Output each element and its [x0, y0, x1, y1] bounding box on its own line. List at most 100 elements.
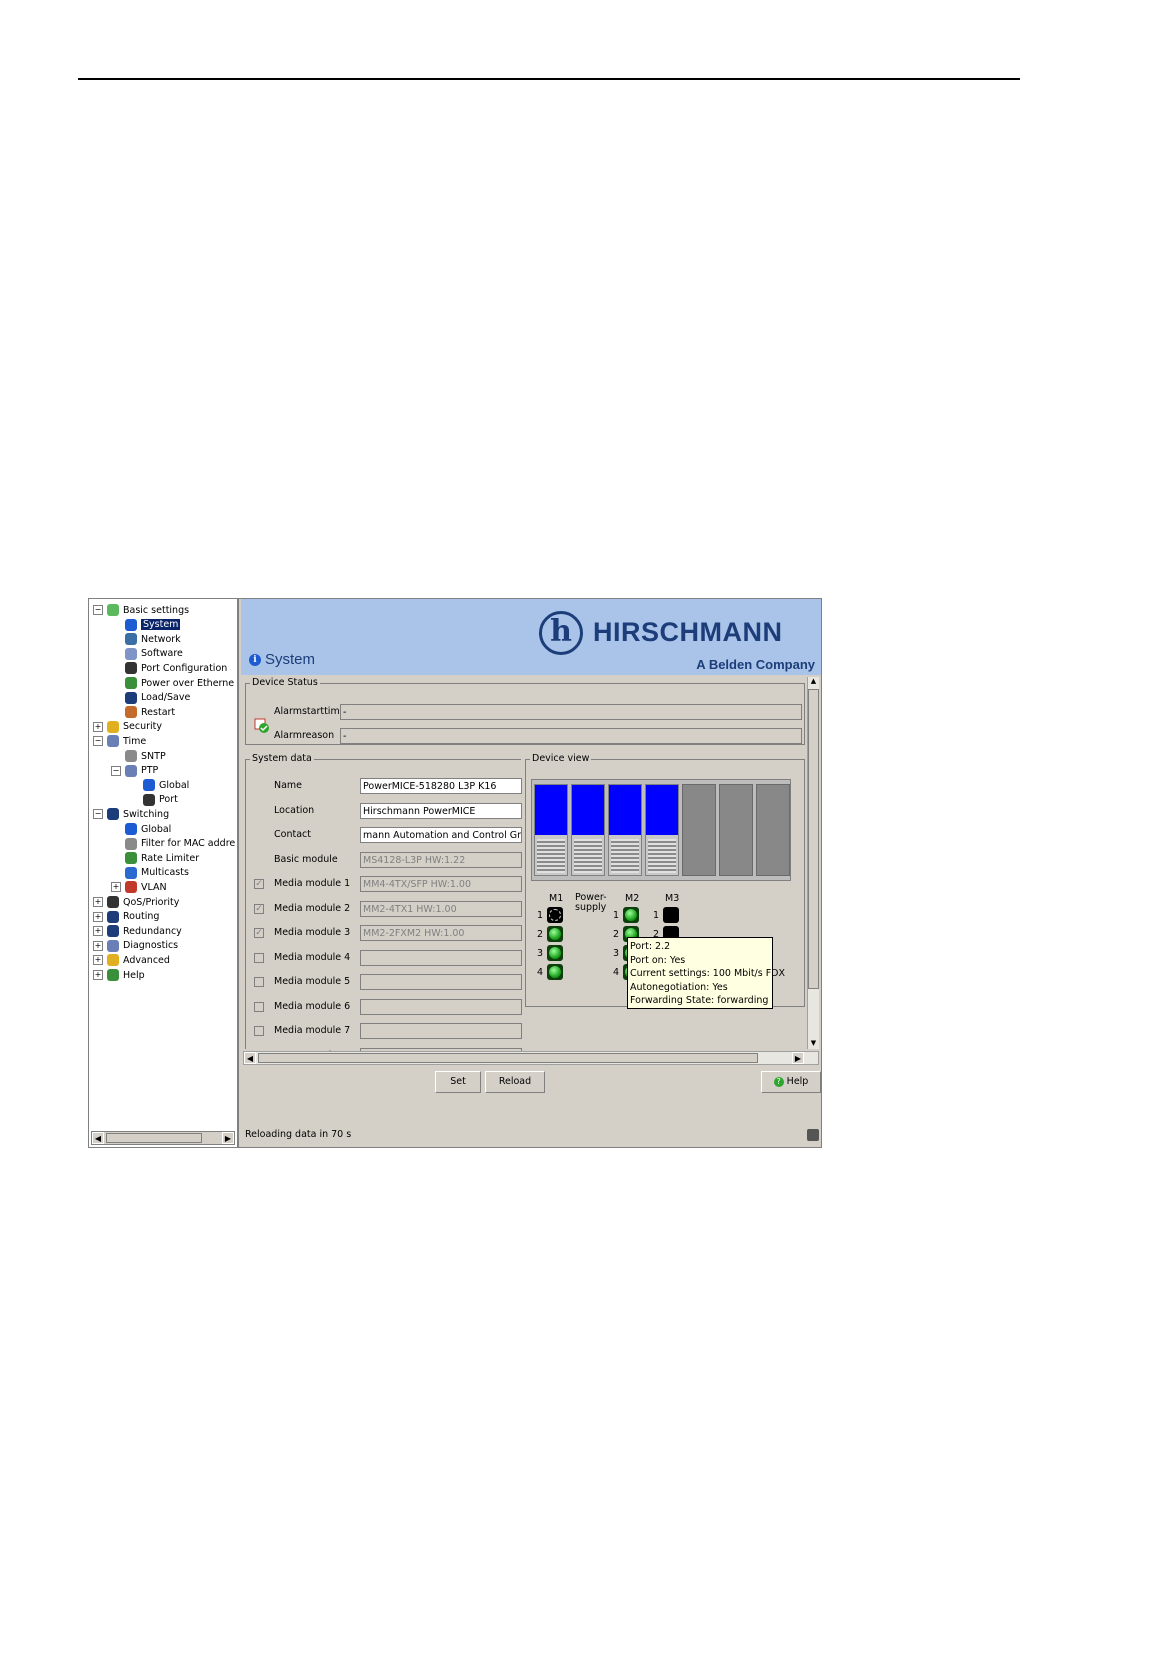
tree-item-filter-for-mac-addre[interactable]: Filter for MAC addre — [111, 837, 235, 851]
hirschmann-logo-icon: h — [539, 611, 583, 655]
tree-item-restart[interactable]: Restart — [111, 705, 175, 719]
routing-icon — [107, 910, 119, 923]
tree-item-basic-settings[interactable]: − Basic settings — [93, 603, 189, 617]
port-m1-1[interactable] — [547, 907, 563, 923]
expand-icon[interactable]: + — [93, 970, 103, 980]
port-m3-1[interactable] — [663, 907, 679, 923]
tree-scroll-thumb[interactable] — [106, 1133, 202, 1143]
scroll-left-icon[interactable]: ◀ — [92, 1132, 104, 1144]
help-button-label: Help — [786, 1076, 809, 1087]
expand-icon[interactable]: + — [93, 940, 103, 951]
system-data-label: System data — [250, 753, 314, 764]
collapse-icon[interactable]: − — [93, 605, 103, 615]
hscroll-right-icon[interactable]: ▶ — [792, 1052, 804, 1064]
empty-module-slot[interactable] — [719, 784, 753, 876]
media-module-4-field — [360, 949, 522, 966]
field-label: Media module 3 — [274, 927, 351, 938]
tree-item-diagnostics[interactable]: + Diagnostics — [93, 939, 178, 953]
expand-icon[interactable]: + — [93, 955, 103, 966]
tree-item-sntp[interactable]: SNTP — [111, 749, 166, 763]
main-hscroll-thumb[interactable] — [258, 1053, 758, 1063]
collapse-icon[interactable]: − — [111, 765, 121, 776]
collapse-icon[interactable]: − — [93, 736, 103, 747]
tree-item-routing[interactable]: + Routing — [93, 910, 159, 924]
port-m1-4[interactable] — [547, 964, 563, 980]
tree-item-network[interactable]: Network — [111, 632, 181, 646]
port-number: 3 — [537, 948, 544, 959]
field-label: Media module 2 — [274, 902, 351, 914]
tree-item-rate-limiter[interactable]: Rate Limiter — [111, 851, 199, 865]
tree-item-security[interactable]: + Security — [93, 720, 162, 734]
media-module-5-field — [360, 974, 522, 990]
expand-icon[interactable]: + — [93, 897, 103, 907]
reload-button[interactable]: Reload — [485, 1071, 545, 1093]
software-icon — [125, 647, 137, 660]
screenshot-window: ◀ ▶ − Basic settings System Network Software… — [88, 598, 822, 1148]
scroll-right-icon[interactable]: ▶ — [222, 1132, 234, 1144]
tree-item-redundancy[interactable]: + Redundancy — [93, 924, 182, 938]
tree-item-label: Port Configuration — [141, 662, 228, 674]
contact-field[interactable]: mann Automation and Control GmbH — [360, 827, 522, 843]
device-view-label: Device view — [530, 753, 592, 764]
advanced-star-icon — [107, 954, 119, 967]
tree-item-power-over-etherne[interactable]: Power over Etherne — [111, 676, 234, 690]
alarm-ok-icon — [254, 718, 269, 733]
device-image[interactable] — [531, 779, 791, 881]
port-number: 3 — [613, 948, 620, 959]
port-icon — [125, 662, 137, 675]
empty-module-slot[interactable] — [756, 784, 790, 876]
tree-item-help[interactable]: + Help — [93, 968, 145, 982]
tree-item-qos-priority[interactable]: + QoS/Priority — [93, 895, 179, 909]
main-horizontal-scrollbar[interactable]: ◀ ▶ — [243, 1051, 819, 1065]
tree-item-vlan[interactable]: + VLAN — [111, 880, 167, 894]
media-module-2-field: MM2-4TX1 HW:1.00 — [360, 900, 522, 917]
scroll-up-icon[interactable]: ▲ — [808, 677, 819, 687]
main-scroll-thumb[interactable] — [808, 689, 819, 989]
expand-icon[interactable]: + — [93, 926, 103, 937]
scroll-down-icon[interactable]: ▼ — [808, 1039, 819, 1049]
tree-item-port-configuration[interactable]: Port Configuration — [111, 661, 227, 675]
tree-item-time[interactable]: − Time — [93, 734, 146, 748]
expand-icon[interactable]: + — [93, 911, 103, 922]
navigation-tree[interactable]: ◀ ▶ − Basic settings System Network Software… — [89, 599, 239, 1147]
media-module-slot[interactable] — [571, 784, 605, 876]
collapse-icon[interactable]: − — [93, 809, 103, 820]
media-module-slot[interactable] — [534, 784, 568, 876]
tree-item-global[interactable]: Global — [111, 822, 171, 836]
hscroll-left-icon[interactable]: ◀ — [244, 1052, 256, 1064]
tree-item-load-save[interactable]: Load/Save — [111, 691, 190, 705]
tree-item-software[interactable]: Software — [111, 647, 183, 661]
empty-module-slot[interactable] — [682, 784, 716, 876]
connection-status-icon — [807, 1129, 819, 1141]
floppy-icon — [125, 691, 137, 704]
tree-item-label: Network — [141, 633, 181, 645]
port-m2-1[interactable] — [623, 907, 639, 923]
tree-item-label: Software — [141, 648, 183, 660]
location-field[interactable]: Hirschmann PowerMICE — [360, 802, 522, 819]
diagnostics-icon — [107, 939, 119, 952]
tree-item-ptp[interactable]: − PTP — [111, 764, 158, 778]
help-icon: ? — [773, 1076, 784, 1087]
help-button[interactable]: ? Help — [761, 1071, 821, 1093]
module-checkbox: ✓ — [254, 903, 264, 914]
port-m1-3[interactable] — [547, 945, 563, 961]
port-m1-2[interactable] — [547, 926, 563, 942]
tree-item-port[interactable]: Port — [129, 793, 178, 807]
expand-icon[interactable]: + — [93, 721, 103, 732]
tree-item-advanced[interactable]: + Advanced — [93, 953, 170, 967]
tree-item-global[interactable]: Global — [129, 778, 189, 792]
tree-item-switching[interactable]: − Switching — [93, 807, 169, 821]
set-button[interactable]: Set — [435, 1071, 481, 1093]
module-checkbox — [254, 1026, 264, 1036]
tree-horizontal-scrollbar[interactable]: ◀ ▶ — [91, 1131, 235, 1145]
expand-icon[interactable]: + — [111, 882, 121, 893]
media-module-slot[interactable] — [645, 784, 679, 876]
module-checkbox: ✓ — [254, 879, 264, 889]
field-label: Media module 5 — [274, 976, 351, 987]
name-field[interactable]: PowerMICE-518280 L3P K16 — [360, 778, 522, 794]
media-module-slot[interactable] — [608, 784, 642, 876]
field-label: Media module 1 — [274, 878, 351, 889]
tree-item-system[interactable]: System — [111, 618, 181, 632]
main-vertical-scrollbar[interactable]: ▲ ▼ — [807, 677, 819, 1049]
tree-item-multicasts[interactable]: Multicasts — [111, 866, 189, 880]
